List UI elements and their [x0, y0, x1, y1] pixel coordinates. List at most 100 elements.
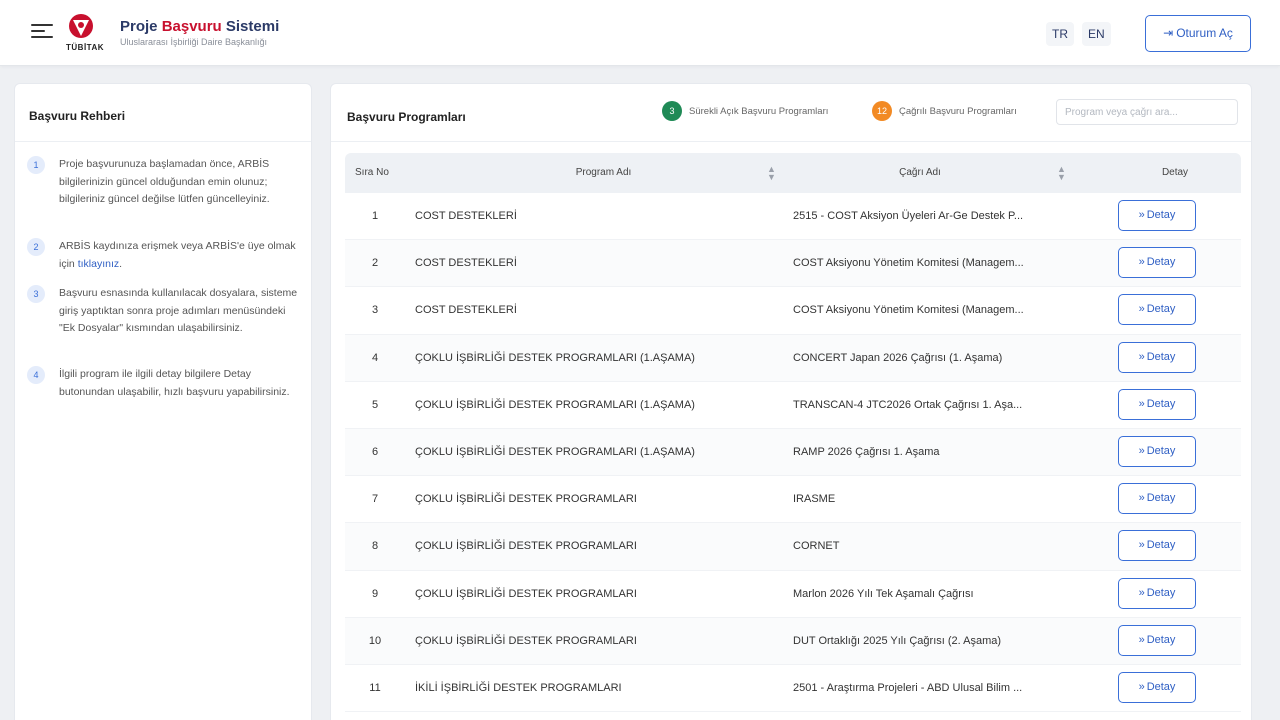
row-number: 10	[368, 634, 382, 647]
step-number-badge: 3	[27, 285, 45, 303]
double-chevron-right-icon: »	[1138, 680, 1145, 693]
double-chevron-right-icon: »	[1138, 209, 1145, 221]
table-row: 5 ÇOKLU İŞBİRLİĞİ DESTEK PROGRAMLARI (1.A…	[345, 382, 1241, 429]
table-row: 10 ÇOKLU İŞBİRLİĞİ DESTEK PROGRAMLARI DUT …	[345, 617, 1241, 665]
call-name: 2501 - Araştırma Projeleri - ABD Ulusal …	[793, 681, 1023, 694]
double-chevron-right-icon: »	[1138, 539, 1145, 552]
step-number-badge: 1	[27, 156, 45, 174]
table-row: 9 ÇOKLU İŞBİRLİĞİ DESTEK PROGRAMLARI Marlo…	[345, 571, 1241, 618]
sign-in-icon: ⇥	[1163, 26, 1174, 40]
lang-en-button[interactable]: EN	[1082, 22, 1111, 46]
program-name: COST DESTEKLERİ	[415, 304, 517, 317]
program-name: İKİLİ İŞBİRLİĞİ DESTEK PROGRAMLARI	[415, 681, 622, 694]
program-search-input[interactable]	[1056, 99, 1238, 125]
row-number: 5	[371, 398, 379, 411]
program-name: ÇOKLU İŞBİRLİĞİ DESTEK PROGRAMLARI	[415, 634, 637, 647]
call-name: CONCERT Japan 2026 Çağrısı (1. Aşama)	[793, 351, 1003, 364]
detail-button[interactable]: » Detay	[1118, 247, 1196, 279]
detail-button[interactable]: » Detay	[1118, 341, 1196, 373]
program-name: ÇOKLU İŞBİRLİĞİ DESTEK PROGRAMLARI	[415, 540, 637, 553]
step-number-badge: 4	[27, 366, 45, 384]
arbis-link[interactable]: tıklayınız	[78, 258, 119, 270]
call-name: CORNET	[793, 540, 840, 553]
row-number: 4	[371, 351, 379, 364]
logo-text: TÜBİTAK	[66, 43, 105, 52]
program-name: ÇOKLU İŞBİRLİĞİ DESTEK PROGRAMLARI (1.AŞ…	[415, 351, 695, 364]
table-row: 7 ÇOKLU İŞBİRLİĞİ DESTEK PROGRAMLARI IRASM…	[345, 476, 1241, 524]
detail-button[interactable]: » Detay	[1118, 435, 1196, 467]
open-programs-label[interactable]: Sürekli Açık Başvuru Programları	[689, 106, 828, 117]
double-chevron-right-icon: »	[1138, 633, 1145, 646]
guide-text: İlgili program ile ilgili detay bilgiler…	[59, 368, 290, 398]
row-number: 3	[371, 304, 379, 317]
guide-title: Başvuru Rehberi	[29, 109, 126, 123]
table-row: 3 COST DESTEKLERİ COST Aksiyonu Yönetim Ko…	[345, 287, 1241, 335]
detail-button[interactable]: » Detay	[1118, 624, 1196, 656]
table-header: Sıra No Program Adı ▲ ▼ Çağrı Adı ▲ ▼ Deta…	[345, 153, 1241, 193]
divider	[331, 141, 1251, 142]
call-name: 2515 - COST Aksiyon Üyeleri Ar-Ge Destek…	[793, 210, 1024, 222]
detail-button[interactable]: » Detay	[1118, 294, 1196, 326]
row-number: 11	[369, 681, 381, 694]
double-chevron-right-icon: »	[1138, 492, 1145, 505]
column-header-cagri[interactable]: Çağrı Adı	[785, 153, 1055, 193]
double-chevron-right-icon: »	[1138, 256, 1145, 269]
app-subtitle: Uluslararası İşbirliği Daire Başkanlığı	[120, 37, 268, 47]
table-row: 8 ÇOKLU İŞBİRLİĞİ DESTEK PROGRAMLARI CORNE…	[345, 523, 1241, 571]
call-programs-label[interactable]: Çağrılı Başvuru Programları	[899, 106, 1017, 117]
step-number-badge: 2	[27, 238, 45, 256]
double-chevron-right-icon: »	[1138, 303, 1145, 316]
hamburger-menu-icon[interactable]	[31, 24, 53, 42]
column-header-detay: Detay	[1161, 167, 1189, 178]
call-programs-count-badge[interactable]: 12	[872, 101, 892, 121]
call-name: IRASME	[793, 493, 836, 506]
call-name: COST Aksiyonu Yönetim Komitesi (Managem.…	[793, 304, 1024, 317]
detail-button[interactable]: » Detay	[1118, 200, 1196, 231]
call-name: RAMP 2026 Çağrısı 1. Aşama	[793, 445, 940, 458]
guide-text: ARBİS kaydınıza erişmek veya ARBİS'e üye…	[59, 240, 296, 270]
programs-title: Başvuru Programları	[347, 110, 466, 124]
sort-icon[interactable]: ▲ ▼	[1057, 165, 1066, 182]
program-name: ÇOKLU İŞBİRLİĞİ DESTEK PROGRAMLARI	[415, 493, 637, 506]
lang-tr-button[interactable]: TR	[1046, 22, 1074, 46]
detail-button[interactable]: » Detay	[1118, 388, 1196, 420]
call-name: Marlon 2026 Yılı Tek Aşamalı Çağrısı	[793, 587, 974, 600]
table-row: 1 COST DESTEKLERİ 2515 - COST Aksiyon Üyel…	[345, 193, 1241, 241]
detail-button[interactable]: » Detay	[1118, 483, 1196, 515]
login-button[interactable]: ⇥ Oturum Aç	[1145, 15, 1251, 52]
open-programs-count-badge[interactable]: 3	[662, 101, 682, 121]
double-chevron-right-icon: »	[1138, 350, 1145, 363]
double-chevron-right-icon: »	[1138, 444, 1145, 457]
row-number: 9	[371, 587, 379, 600]
app-title: Proje Başvuru Sistemi	[120, 18, 280, 35]
table-row: 4 ÇOKLU İŞBİRLİĞİ DESTEK PROGRAMLARI (1.A…	[345, 334, 1241, 382]
row-number: 2	[371, 257, 379, 270]
guide-text: Başvuru esnasında kullanılacak dosyalara…	[59, 287, 298, 334]
table-row: 6 ÇOKLU İŞBİRLİĞİ DESTEK PROGRAMLARI (1.A…	[345, 428, 1241, 477]
row-number: 7	[371, 493, 379, 506]
sort-icon[interactable]: ▲ ▼	[767, 165, 776, 182]
row-number: 8	[371, 540, 379, 553]
table-row: 2 COST DESTEKLERİ COST Aksiyonu Yönetim Ko…	[345, 240, 1241, 288]
double-chevron-right-icon: »	[1138, 397, 1145, 410]
program-name: ÇOKLU İŞBİRLİĞİ DESTEK PROGRAMLARI (1.AŞ…	[415, 398, 695, 411]
guide-panel: Başvuru Rehberi 1 Proje başvurunuza başl…	[14, 83, 312, 720]
detail-button[interactable]: » Detay	[1118, 577, 1196, 609]
call-name: TRANSCAN-4 JTC2026 Ortak Çağrısı 1. Aşa.…	[793, 398, 1023, 411]
program-name: ÇOKLU İŞBİRLİĞİ DESTEK PROGRAMLARI	[415, 587, 637, 600]
detail-button[interactable]: » Detay	[1118, 530, 1196, 562]
row-number: 6	[371, 445, 379, 458]
detail-button[interactable]: » Detay	[1118, 671, 1196, 703]
programs-panel: Başvuru Programları 3 Sürekli Açık Başvu…	[330, 83, 1252, 720]
top-header: TÜBİTAK Proje Başvuru Sistemi Uluslarara…	[0, 0, 1280, 66]
program-name: ÇOKLU İŞBİRLİĞİ DESTEK PROGRAMLARI (1.AŞ…	[415, 445, 695, 458]
call-name: COST Aksiyonu Yönetim Komitesi (Managem.…	[793, 257, 1024, 270]
table-body: 1 COST DESTEKLERİ 2515 - COST Aksiyon Üyel…	[345, 193, 1241, 713]
row-number: 1	[371, 210, 379, 222]
double-chevron-right-icon: »	[1138, 586, 1145, 599]
programs-table: Sıra No Program Adı ▲ ▼ Çağrı Adı ▲ ▼ Deta…	[345, 153, 1241, 713]
table-row: 11 İKİLİ İŞBİRLİĞİ DESTEK PROGRAMLARI 2501…	[345, 665, 1241, 713]
call-name: DUT Ortaklığı 2025 Yılı Çağrısı (2. Aşam…	[793, 634, 1002, 647]
guide-text: Proje başvurunuza başlamadan önce, ARBİS…	[59, 158, 270, 205]
divider	[15, 141, 311, 142]
